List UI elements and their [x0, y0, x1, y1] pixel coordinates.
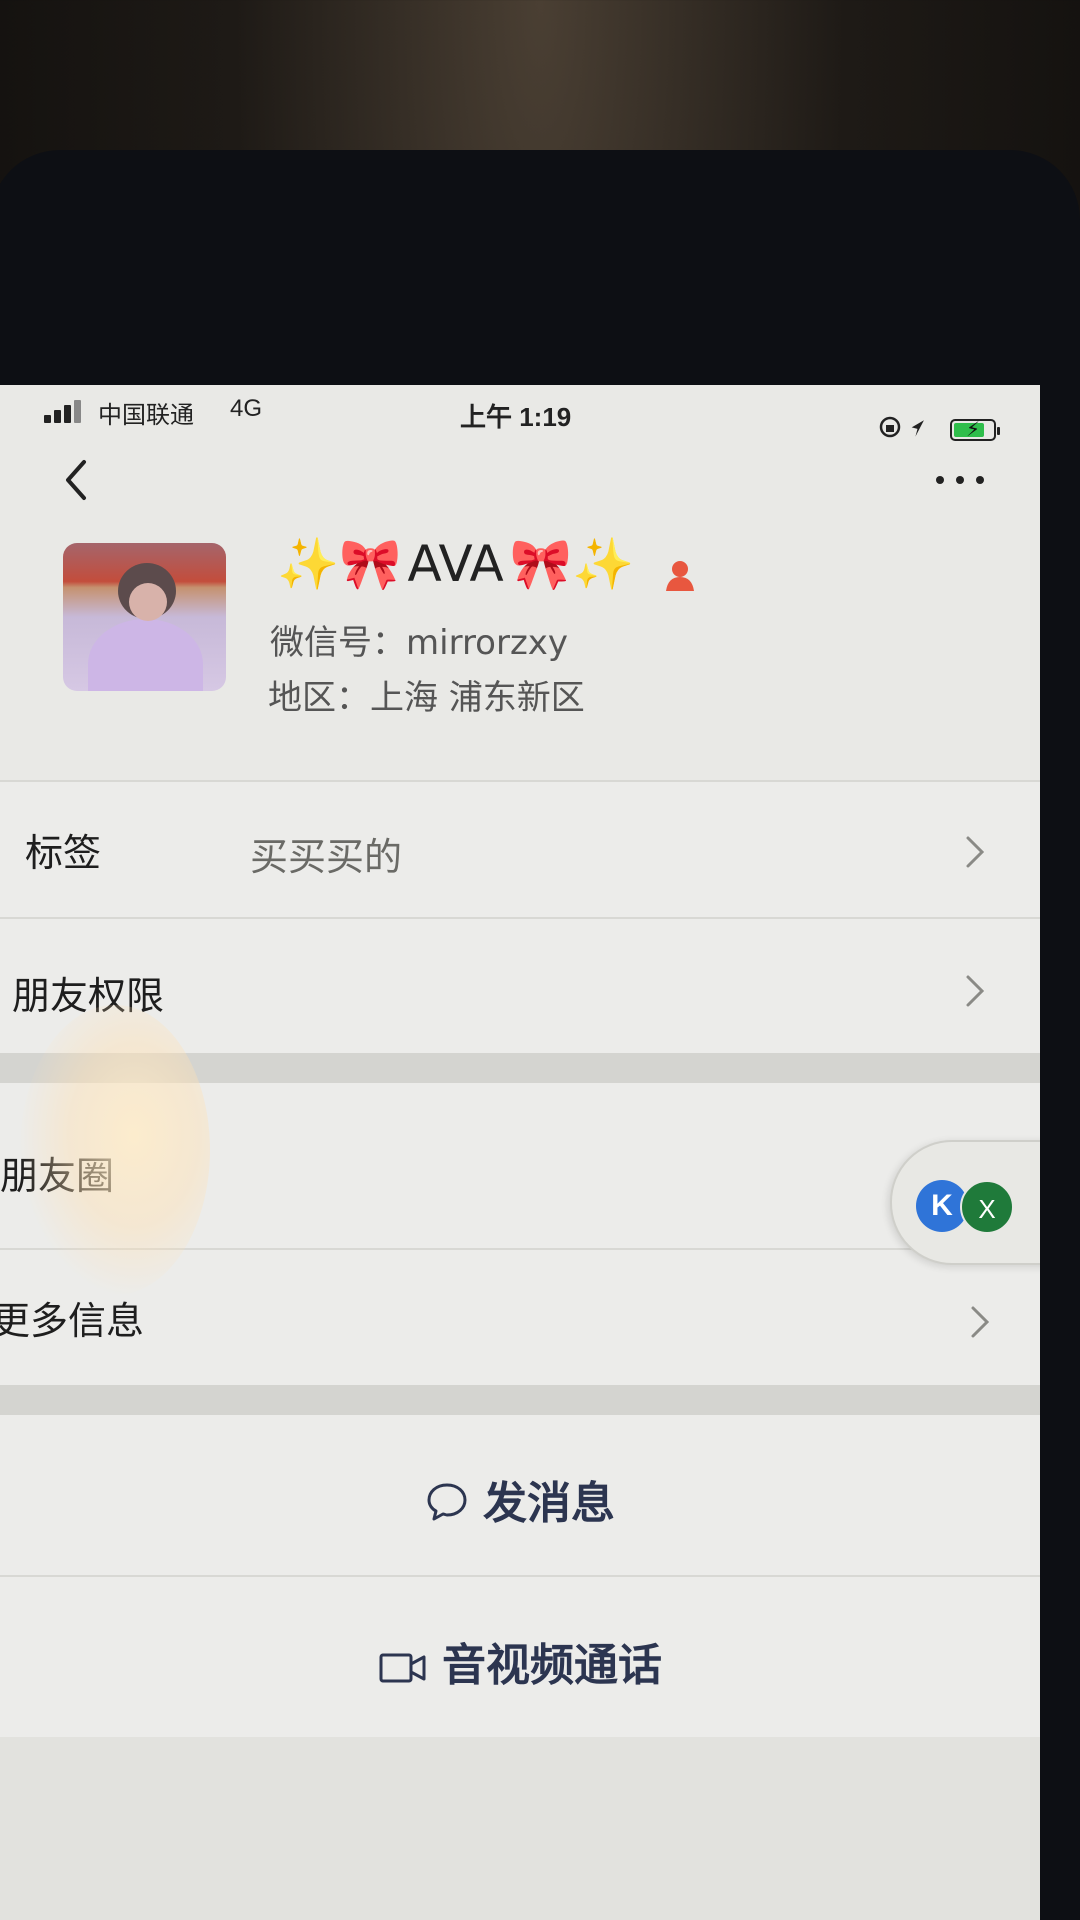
avatar[interactable] — [63, 543, 226, 691]
floating-window-bubble[interactable]: K X — [890, 1140, 1040, 1265]
av-call-action: 音视频通话 — [0, 1629, 1040, 1693]
row-tags[interactable]: 标签 买买买的 — [0, 782, 1040, 917]
chevron-left-icon[interactable] — [50, 450, 100, 510]
ellipsis-icon[interactable] — [930, 465, 990, 495]
female-icon — [666, 561, 694, 591]
region: 地区：上海 浦东新区 — [268, 678, 585, 718]
send-message-button[interactable]: 发消息 — [0, 1415, 1040, 1575]
chevron-right-icon — [966, 836, 985, 868]
carrier-name: 中国联通 — [98, 402, 194, 429]
video-camera-icon — [379, 1653, 426, 1683]
nickname-prefix: ✨🎀 — [277, 535, 402, 593]
battery-icon: ⚡ — [950, 417, 1000, 441]
chevron-right-icon — [971, 1306, 990, 1338]
section-gap — [0, 1053, 1040, 1083]
chevron-right-icon — [966, 975, 985, 1007]
av-call-label: 音视频通话 — [442, 1640, 662, 1691]
row-permissions-label: 朋友权限 — [12, 974, 165, 1018]
send-message-label: 发消息 — [483, 1478, 615, 1529]
network-type: 4G — [230, 395, 263, 422]
phone-screen: 中国联通 4G 上午 1:19 ⚡ ✨🎀 AVA 🎀✨ 微信号：mirrorzxy … — [0, 385, 1040, 1920]
row-friend-permissions[interactable]: 朋友权限 — [0, 919, 1040, 1053]
row-more-info-label: 更多信息 — [0, 1299, 145, 1343]
signal-icon — [44, 397, 88, 423]
row-more-info[interactable]: 更多信息 — [0, 1250, 1040, 1385]
row-moments[interactable]: 朋友圈 — [0, 1083, 1040, 1248]
status-bar: 中国联通 4G 上午 1:19 ⚡ — [0, 385, 1040, 445]
nickname-text: AVA — [407, 535, 504, 593]
section-gap — [0, 1385, 1040, 1415]
status-time: 上午 1:19 — [460, 402, 572, 432]
row-tags-label: 标签 — [25, 831, 102, 875]
wechat-id: 微信号：mirrorzxy — [270, 623, 569, 663]
floating-close-badge[interactable]: X — [960, 1180, 1014, 1234]
row-tags-value: 买买买的 — [250, 835, 403, 879]
rotation-lock-icon — [879, 416, 924, 438]
row-moments-label: 朋友圈 — [0, 1154, 115, 1198]
av-call-button[interactable]: 音视频通话 — [0, 1577, 1040, 1737]
send-message-action: 发消息 — [0, 1467, 1040, 1531]
chat-bubble-icon — [427, 1483, 467, 1521]
page-bottom — [0, 1737, 1040, 1920]
nickname-suffix: 🎀✨ — [509, 535, 635, 593]
nickname: ✨🎀 AVA 🎀✨ — [277, 535, 634, 594]
